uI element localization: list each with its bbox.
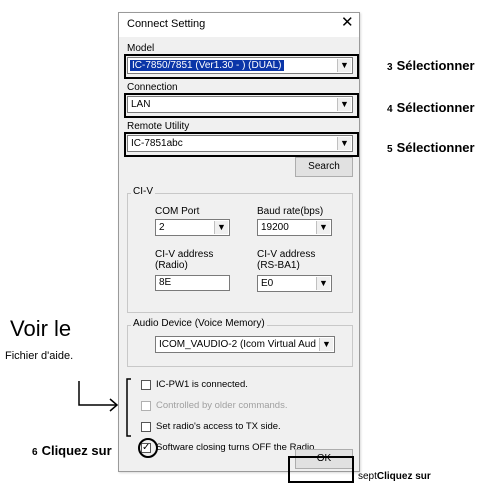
checkbox-highlight-circle [138,438,158,458]
step7-annotation: septCliquez sur [358,471,431,482]
step3-annotation: 3 Sélectionner [387,58,475,73]
voir-le-text: Voir le [10,316,72,341]
help-arrow-line [78,381,117,406]
step6-annotation: 6 Cliquez sur [32,443,112,458]
checkbox-bracket [126,378,131,437]
step5-annotation: 5 Sélectionner [387,140,475,155]
step4-annotation: 4 Sélectionner [387,100,475,115]
fichier-aide-text: Fichier d'aide. [5,350,74,362]
